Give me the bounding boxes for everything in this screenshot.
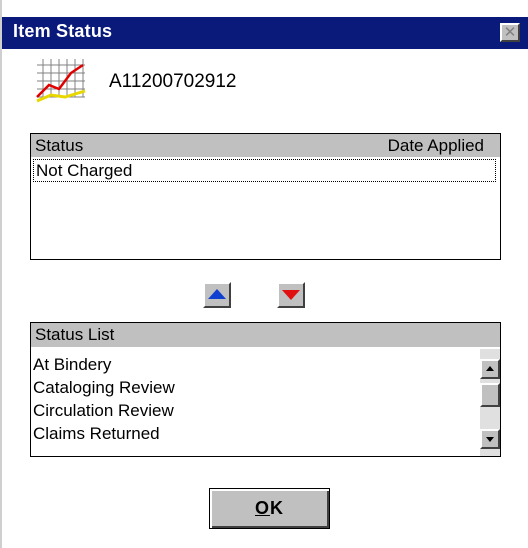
chart-icon	[35, 57, 87, 105]
status-table: Status Date Applied Not Charged	[30, 133, 501, 260]
list-item[interactable]: At Bindery	[33, 353, 473, 376]
status-list-items: At Bindery Cataloging Review Circulation…	[33, 353, 473, 445]
move-up-button[interactable]	[203, 282, 231, 308]
list-item[interactable]: Cataloging Review	[33, 376, 473, 399]
ok-label-rest: K	[270, 498, 284, 518]
item-barcode: A11200702912	[109, 71, 237, 92]
column-header-status[interactable]: Status	[35, 134, 83, 157]
close-button[interactable]: ✕	[500, 23, 520, 42]
item-status-window: Item Status ✕ A11200702912 Status Date A…	[0, 0, 528, 548]
window-title: Item Status	[13, 21, 113, 41]
up-arrow-icon	[208, 289, 226, 299]
status-list-header: Status List	[31, 323, 500, 347]
scroll-thumb[interactable]	[480, 383, 500, 407]
ok-mnemonic: O	[254, 498, 270, 518]
table-header: Status Date Applied	[31, 134, 500, 157]
move-down-button[interactable]	[277, 282, 305, 308]
list-item[interactable]: Claims Returned	[33, 422, 473, 445]
scroll-up-button[interactable]	[480, 359, 500, 379]
down-arrow-icon	[282, 290, 300, 300]
scroll-down-icon	[486, 437, 494, 442]
close-icon: ✕	[503, 23, 517, 41]
ok-button[interactable]: OK	[209, 488, 330, 529]
status-list-scrollbar[interactable]	[480, 349, 500, 456]
row-status-cell: Not Charged	[36, 161, 133, 180]
list-item[interactable]: Circulation Review	[33, 399, 473, 422]
scroll-up-icon	[486, 366, 494, 371]
status-list: Status List At Bindery Cataloging Review…	[30, 322, 501, 457]
table-row[interactable]: Not Charged	[33, 159, 496, 182]
title-bar[interactable]: Item Status ✕	[2, 17, 528, 49]
column-header-date-applied[interactable]: Date Applied	[388, 134, 484, 157]
scroll-down-button[interactable]	[480, 429, 500, 449]
